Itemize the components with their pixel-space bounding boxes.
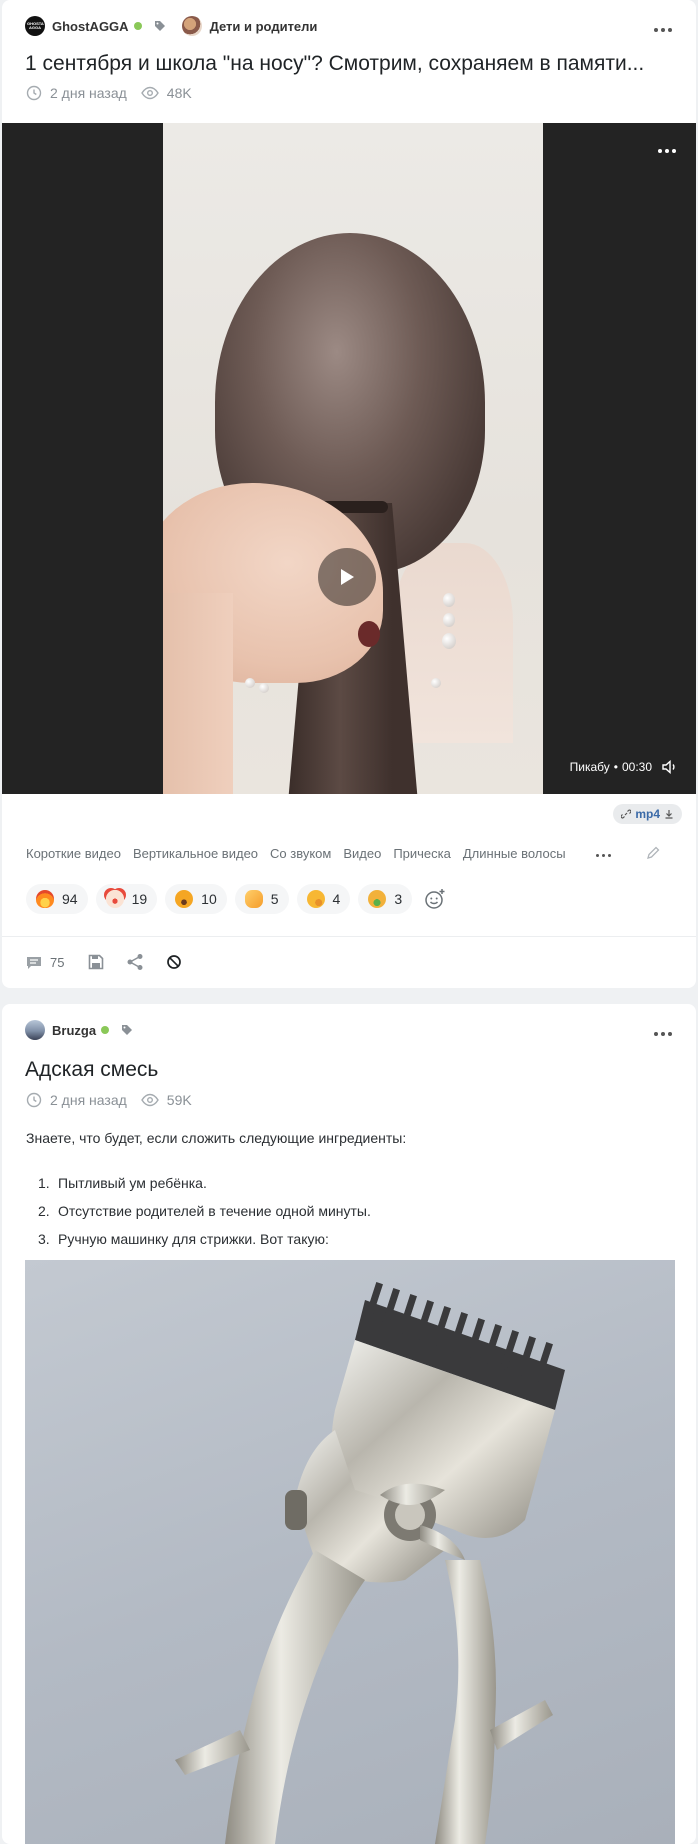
video-player[interactable]: Пикабу • 00:30 <box>2 123 696 794</box>
video-info: Пикабу • 00:30 <box>570 760 678 774</box>
divider <box>2 936 696 937</box>
post-time: 2 дня назад <box>50 85 127 101</box>
add-reaction-icon[interactable] <box>420 884 450 914</box>
pearl-earring <box>443 613 455 627</box>
save-icon <box>89 954 104 970</box>
ordered-list: 1. Пытливый ум ребёнка. 2. Отсутствие роди… <box>38 1173 371 1257</box>
fire-emoji <box>36 890 54 908</box>
tag-item[interactable]: Видео <box>343 846 381 861</box>
list-item: 3. Ручную машинку для стрижки. Вот такую: <box>38 1231 329 1247</box>
tag-item[interactable]: Прическа <box>393 846 451 861</box>
pearl-necklace <box>259 683 269 693</box>
play-icon <box>341 569 354 585</box>
post-meta: Bruzga <box>25 1020 133 1040</box>
post-actions: 75 <box>26 953 182 971</box>
video-more-icon[interactable] <box>658 149 676 153</box>
tag-list: Короткие видео Вертикальное видео Со зву… <box>26 846 566 861</box>
nauseated-emoji <box>368 890 387 908</box>
pearl-earring <box>443 593 455 607</box>
online-indicator <box>133 22 142 30</box>
tag-item[interactable]: Длинные волосы <box>463 846 566 861</box>
community-name[interactable]: Дети и родители <box>210 19 318 34</box>
tag-item[interactable]: Короткие видео <box>26 846 121 861</box>
clock-icon <box>26 1092 42 1108</box>
online-indicator <box>101 1026 110 1034</box>
more-tags-icon[interactable] <box>596 854 611 857</box>
link-icon <box>621 809 632 819</box>
post-image-hair-clipper[interactable] <box>25 1260 675 1844</box>
download-icon <box>665 810 673 819</box>
post-intro: Знаете, что будет, если сложить следующи… <box>26 1130 407 1146</box>
post-stats: 2 дня назад 48K <box>26 85 192 101</box>
reactions-bar: 94 19 10 5 4 3 <box>26 884 450 914</box>
post-card: GHOSTA AGGA GhostAGGA Дети и родители 1 … <box>2 0 696 988</box>
tag-icon[interactable] <box>154 20 166 32</box>
eye-icon <box>140 86 159 100</box>
video-nail <box>358 621 380 647</box>
community-avatar[interactable] <box>181 16 202 36</box>
reaction-nauseated[interactable]: 3 <box>358 884 413 914</box>
share-icon <box>127 954 143 970</box>
tag-icon[interactable] <box>121 1024 133 1036</box>
block-icon <box>167 955 182 969</box>
tag-item[interactable]: Вертикальное видео <box>133 846 258 861</box>
reaction-clown[interactable]: 19 <box>95 884 158 914</box>
clap-emoji <box>244 890 263 908</box>
video-arm <box>163 593 233 794</box>
comments-button[interactable]: 75 <box>26 955 64 970</box>
more-options-icon[interactable] <box>654 1032 672 1036</box>
author-name[interactable]: Bruzga <box>52 1023 96 1038</box>
reaction-fire[interactable]: 94 <box>26 884 88 914</box>
clock-icon <box>26 85 42 101</box>
share-button[interactable] <box>126 953 144 971</box>
volume-icon[interactable] <box>662 760 678 774</box>
video-duration: 00:30 <box>621 760 652 774</box>
post-time: 2 дня назад <box>50 1092 127 1108</box>
pearl-necklace <box>431 678 441 688</box>
post-meta: GHOSTA AGGA GhostAGGA Дети и родители <box>25 16 317 36</box>
reaction-clap[interactable]: 5 <box>234 884 289 914</box>
views-count: 48K <box>166 85 192 101</box>
video-source: Пикабу <box>569 760 610 774</box>
pearl-necklace <box>245 678 255 688</box>
comment-icon <box>27 956 41 969</box>
reaction-thinking[interactable]: 4 <box>296 884 351 914</box>
author-name[interactable]: GhostAGGA <box>52 19 129 34</box>
eye-icon <box>140 1093 159 1107</box>
author-avatar[interactable] <box>25 1020 45 1040</box>
list-item: 2. Отсутствие родителей в течение одной м… <box>38 1203 371 1219</box>
author-avatar[interactable]: GHOSTA AGGA <box>25 16 45 36</box>
clipper-illustration <box>175 1282 565 1844</box>
video-frame <box>163 123 543 794</box>
hide-post-button[interactable] <box>166 954 182 970</box>
more-options-icon[interactable] <box>654 28 672 32</box>
edit-tags-icon[interactable] <box>646 846 660 865</box>
list-item: 1. Пытливый ум ребёнка. <box>38 1175 207 1191</box>
post-stats: 2 дня назад 59K <box>26 1092 192 1108</box>
views-count: 59K <box>166 1092 192 1108</box>
download-mp4-button[interactable]: mp4 <box>613 804 682 824</box>
save-button[interactable] <box>88 954 104 970</box>
post-title[interactable]: 1 сентября и школа "на носу"? Смотрим, с… <box>25 52 644 76</box>
play-button[interactable] <box>318 548 376 606</box>
pearl-earring <box>442 633 456 649</box>
post-title[interactable]: Адская смесь <box>25 1058 158 1082</box>
reaction-scared[interactable]: 10 <box>165 884 227 914</box>
scared-emoji <box>175 890 194 908</box>
tag-item[interactable]: Со звуком <box>270 846 331 861</box>
clown-emoji <box>105 890 124 908</box>
thinking-emoji <box>306 890 325 908</box>
